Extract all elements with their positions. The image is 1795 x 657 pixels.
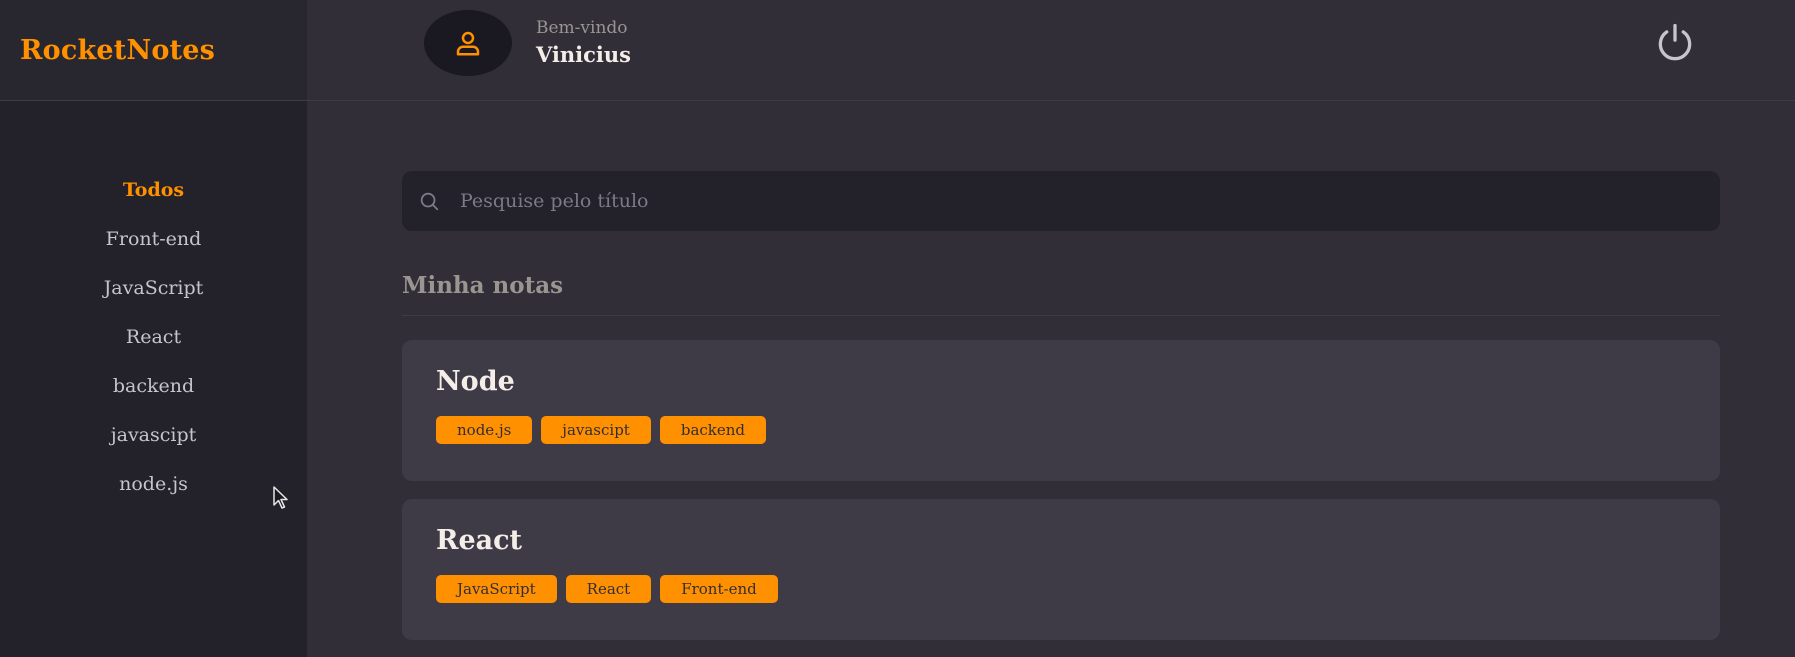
- avatar[interactable]: [424, 10, 512, 76]
- section-title: Minha notas: [402, 272, 1720, 316]
- note-tags: JavaScript React Front-end: [436, 575, 1686, 603]
- tag: backend: [659, 416, 767, 444]
- note-card[interactable]: Node node.js javascipt backend: [402, 340, 1720, 481]
- menu-item-front-end[interactable]: Front-end: [0, 215, 307, 264]
- user-name[interactable]: Vinicius: [536, 42, 631, 67]
- brand-area: RocketNotes: [0, 0, 307, 101]
- search-bar[interactable]: [402, 171, 1720, 231]
- note-tags: node.js javascipt backend: [436, 416, 1686, 444]
- sidebar: Todos Front-end JavaScript React backend…: [0, 101, 307, 657]
- tag: JavaScript: [436, 575, 557, 603]
- power-icon: [1658, 23, 1692, 61]
- note-title: React: [436, 525, 523, 556]
- menu-item-backend[interactable]: backend: [0, 362, 307, 411]
- menu-item-javascript[interactable]: JavaScript: [0, 264, 307, 313]
- tag: javascipt: [541, 416, 651, 444]
- user-icon: [456, 31, 480, 56]
- tag: Front-end: [660, 575, 778, 603]
- menu-item-nodejs[interactable]: node.js: [0, 460, 307, 509]
- logout-button[interactable]: [1650, 20, 1700, 64]
- note-title: Node: [436, 366, 515, 397]
- search-input[interactable]: [460, 190, 1720, 212]
- main-content: Minha notas Node node.js javascipt backe…: [402, 171, 1720, 640]
- tag: React: [565, 575, 652, 603]
- mouse-cursor-icon: [273, 486, 288, 509]
- menu-item-react[interactable]: React: [0, 313, 307, 362]
- search-icon: [414, 190, 444, 212]
- menu-item-javascipt[interactable]: javascipt: [0, 411, 307, 460]
- app: RocketNotes Todos Front-end JavaScript R…: [0, 0, 1795, 657]
- tag-menu: Todos Front-end JavaScript React backend…: [0, 166, 307, 509]
- menu-item-todos[interactable]: Todos: [0, 166, 307, 215]
- header: Bem-vindo Vinicius: [307, 0, 1795, 101]
- welcome-block: Bem-vindo Vinicius: [536, 18, 631, 67]
- welcome-label: Bem-vindo: [536, 18, 628, 38]
- tag: node.js: [436, 416, 533, 444]
- brand-logo[interactable]: RocketNotes: [20, 35, 215, 66]
- note-card[interactable]: React JavaScript React Front-end: [402, 499, 1720, 640]
